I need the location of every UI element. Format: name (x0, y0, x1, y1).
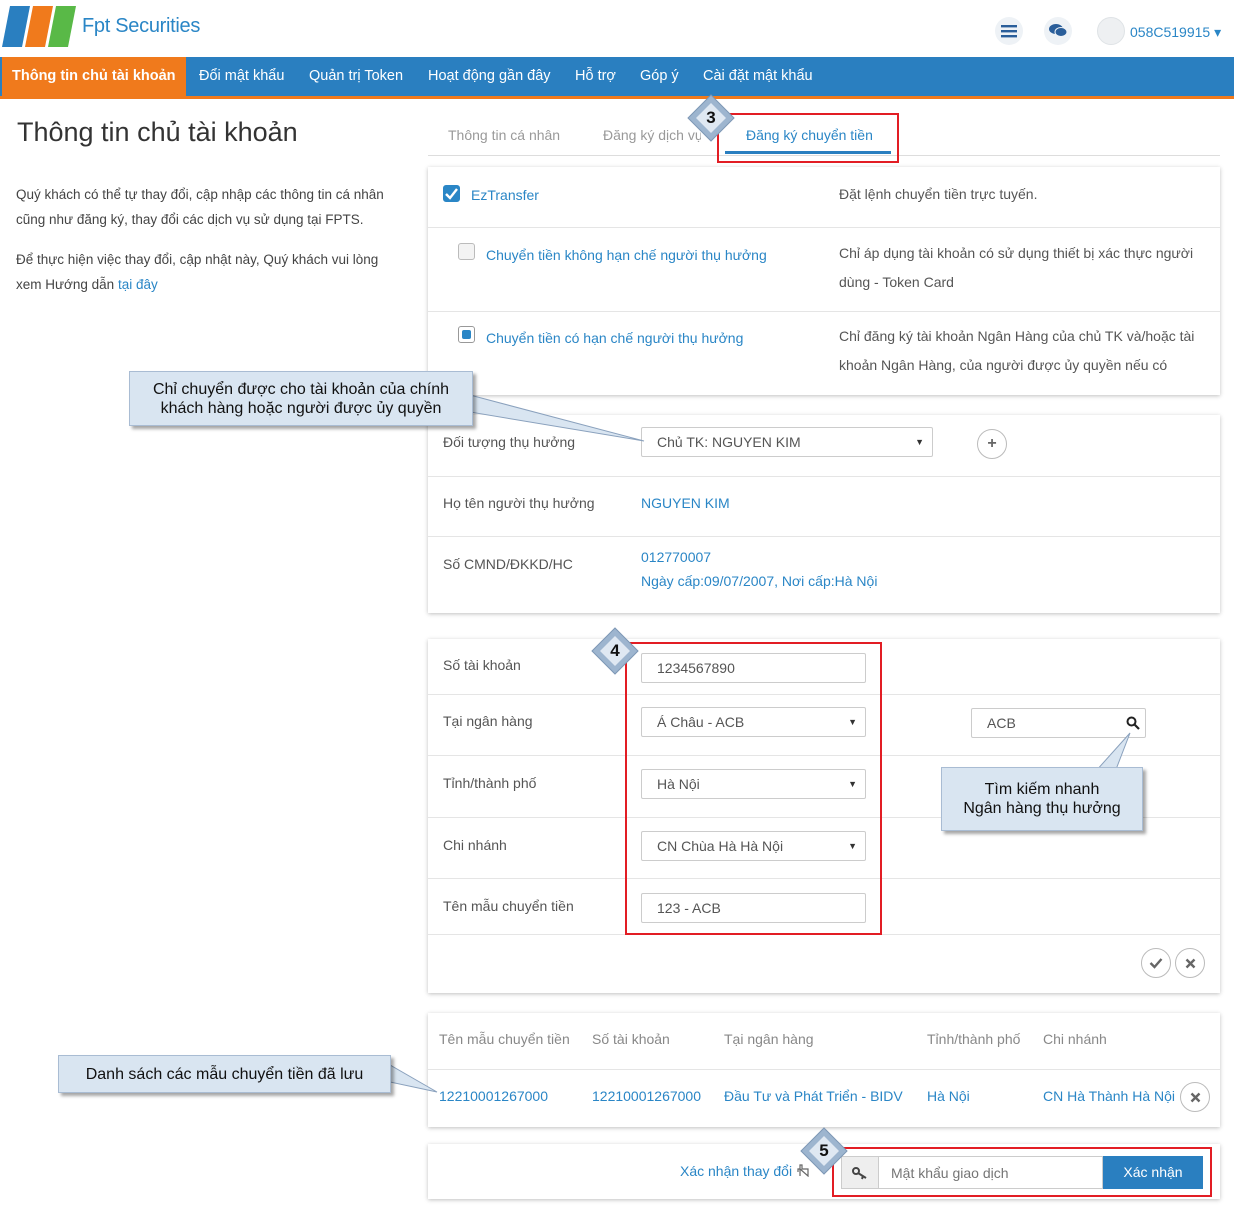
callout-owner-only: Chỉ chuyển được cho tài khoản của chính … (129, 371, 473, 426)
callout-bank-search: Tìm kiếm nhanh Ngân hàng thụ hưởng (941, 767, 1143, 831)
callout-pointers (389, 394, 1131, 1093)
step-badge-3: 3 (687, 94, 735, 142)
step-badge-4: 4 (591, 627, 639, 675)
step-badge-5: 5 (800, 1127, 848, 1175)
callout-saved-list: Danh sách các mẫu chuyển tiền đã lưu (58, 1055, 391, 1093)
